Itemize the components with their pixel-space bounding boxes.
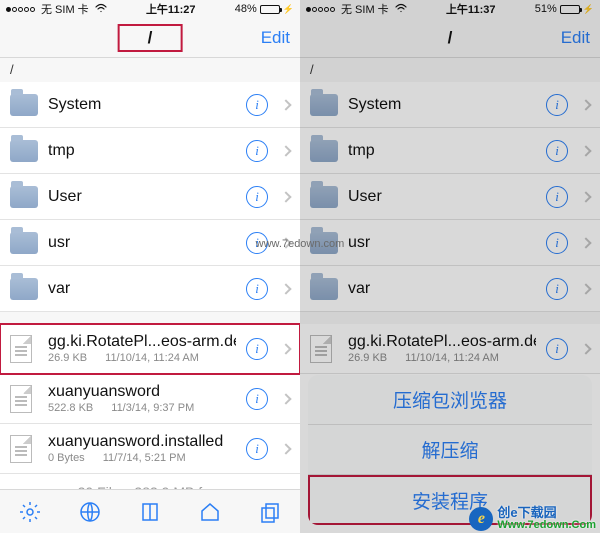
list-item[interactable]: System i bbox=[0, 82, 300, 128]
chevron-right-icon bbox=[280, 343, 291, 354]
battery-text: 48% bbox=[235, 3, 257, 15]
edit-button[interactable]: Edit bbox=[261, 28, 290, 48]
tabs-icon[interactable] bbox=[258, 500, 282, 524]
file-icon bbox=[10, 435, 38, 463]
watermark: www.7edown.com bbox=[256, 238, 345, 250]
file-icon bbox=[10, 335, 38, 363]
list-item[interactable]: User i bbox=[0, 174, 300, 220]
info-button[interactable]: i bbox=[246, 186, 268, 208]
battery-icon bbox=[260, 5, 280, 14]
bottom-toolbar bbox=[0, 489, 300, 533]
folder-icon bbox=[10, 137, 38, 165]
info-button[interactable]: i bbox=[246, 140, 268, 162]
info-button[interactable]: i bbox=[246, 338, 268, 360]
list-item[interactable]: gg.ki.RotatePl...eos-arm.deb 26.9 KB11/1… bbox=[0, 324, 300, 374]
chevron-right-icon bbox=[280, 99, 291, 110]
site-badge: e 创e下载园 Www.7edown.Com bbox=[469, 507, 596, 531]
chevron-right-icon bbox=[280, 443, 291, 454]
list-item[interactable]: tmp i bbox=[0, 128, 300, 174]
settings-icon[interactable] bbox=[18, 500, 42, 524]
info-button[interactable]: i bbox=[246, 94, 268, 116]
page-title: / bbox=[118, 24, 183, 52]
bookmark-icon[interactable] bbox=[138, 500, 162, 524]
file-list[interactable]: System i tmp i User i usr i bbox=[0, 82, 300, 489]
folder-icon bbox=[10, 229, 38, 257]
file-icon bbox=[10, 385, 38, 413]
list-item[interactable]: xuanyuansword.installed 0 Bytes11/7/14, … bbox=[0, 424, 300, 474]
list-footer: 20 Files, 383.9 MB free bbox=[0, 474, 300, 489]
globe-icon[interactable] bbox=[78, 500, 102, 524]
info-button[interactable]: i bbox=[246, 278, 268, 300]
nav-bar: / Edit bbox=[0, 18, 300, 58]
left-screenshot: 无 SIM 卡 上午11:27 48% ⚡ / Edit / System i bbox=[0, 0, 300, 533]
ie-icon: e bbox=[469, 507, 493, 531]
wifi-icon bbox=[95, 3, 107, 16]
chevron-right-icon bbox=[280, 191, 291, 202]
action-sheet: 压缩包浏览器 解压缩 安装程序 bbox=[308, 375, 592, 525]
folder-icon bbox=[10, 91, 38, 119]
charging-icon: ⚡ bbox=[283, 4, 294, 15]
carrier-text: 无 SIM 卡 bbox=[41, 1, 89, 17]
right-screenshot: 无 SIM 卡 上午11:37 51% ⚡ / Edit / System i bbox=[300, 0, 600, 533]
chevron-right-icon bbox=[280, 393, 291, 404]
info-button[interactable]: i bbox=[246, 388, 268, 410]
folder-icon bbox=[10, 183, 38, 211]
info-button[interactable]: i bbox=[246, 438, 268, 460]
home-icon[interactable] bbox=[198, 500, 222, 524]
action-zip-browser[interactable]: 压缩包浏览器 bbox=[308, 375, 592, 425]
chevron-right-icon bbox=[280, 145, 291, 156]
list-item[interactable]: xuanyuansword 522.8 KB11/3/14, 9:37 PM i bbox=[0, 374, 300, 424]
status-bar: 无 SIM 卡 上午11:27 48% ⚡ bbox=[0, 0, 300, 18]
status-time: 上午11:27 bbox=[107, 1, 235, 17]
folder-icon bbox=[10, 275, 38, 303]
action-unzip[interactable]: 解压缩 bbox=[308, 425, 592, 475]
list-item[interactable]: var i bbox=[0, 266, 300, 312]
chevron-right-icon bbox=[280, 283, 291, 294]
breadcrumb: / bbox=[0, 58, 300, 82]
